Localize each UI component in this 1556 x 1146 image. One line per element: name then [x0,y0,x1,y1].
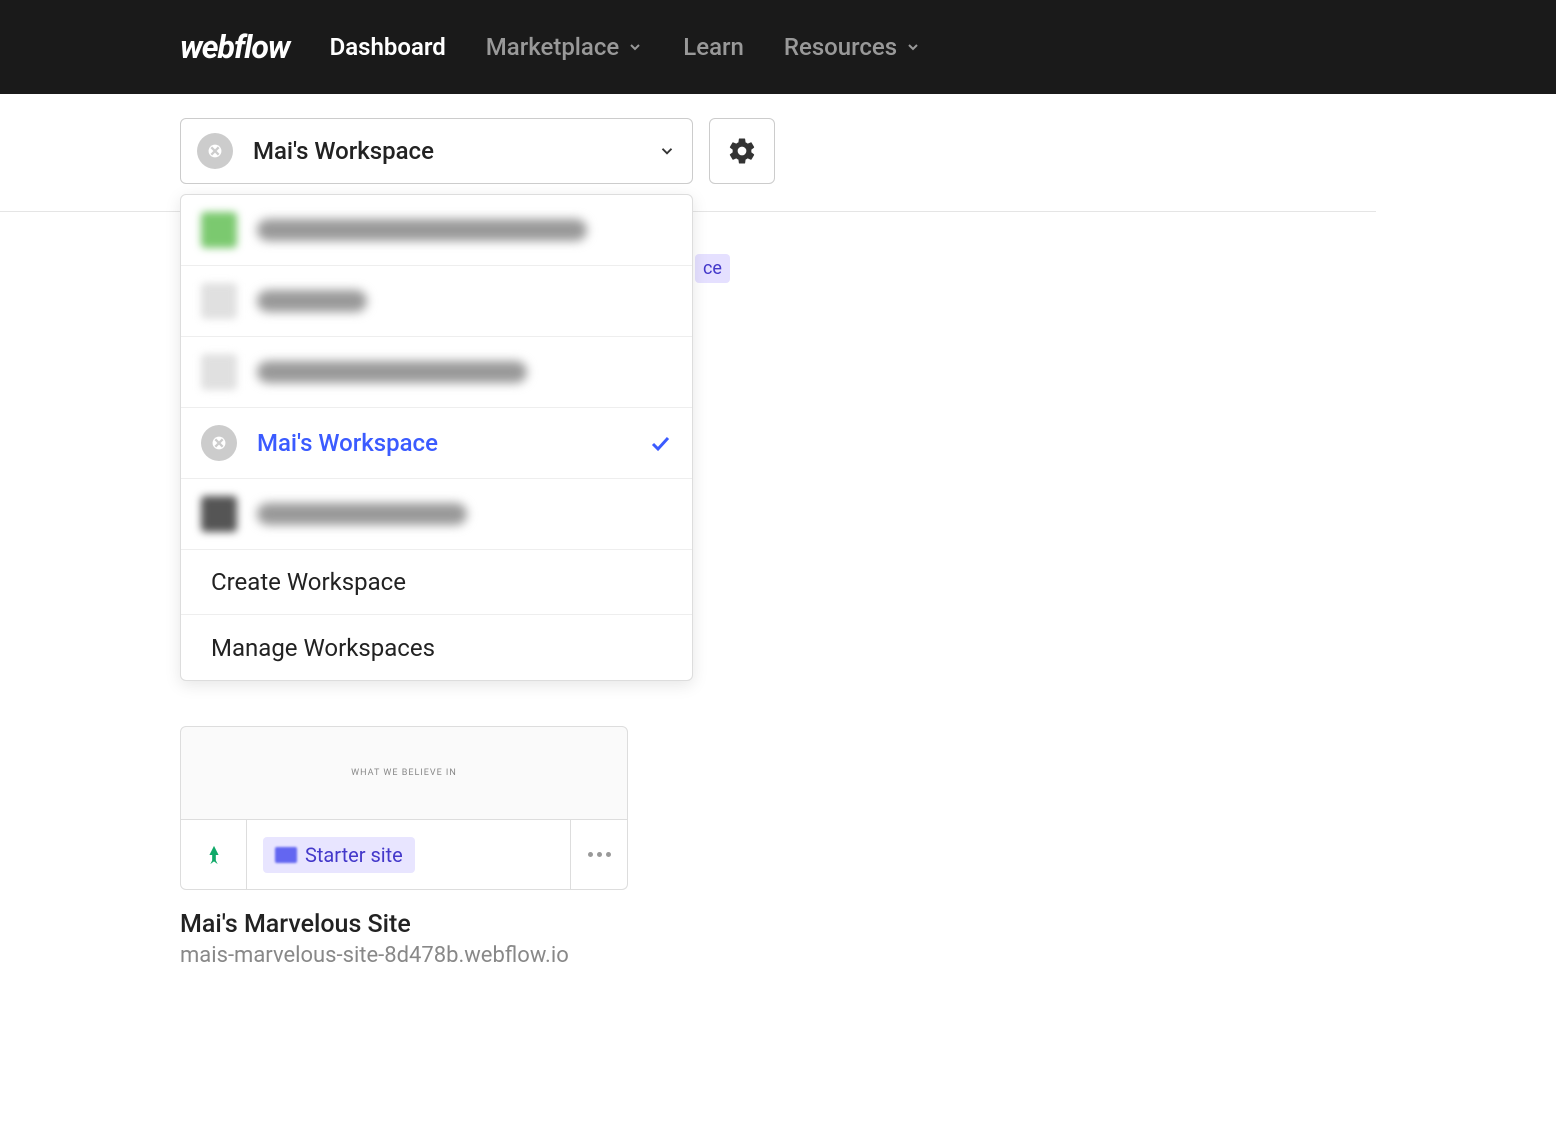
workspace-option-icon [201,283,237,319]
workspace-option-blurred[interactable] [181,479,692,550]
settings-button[interactable] [709,118,775,184]
nav-learn[interactable]: Learn [683,33,744,61]
create-workspace-action[interactable]: Create Workspace [181,550,692,615]
workspace-icon [197,133,233,169]
badge-label: Starter site [305,843,403,867]
workspace-selector[interactable]: Mai's Workspace [180,118,693,184]
content-area: ce Mai's Workspace M [0,94,1556,208]
site-more-button[interactable] [571,820,627,889]
workspace-option-label-blurred [257,290,367,312]
site-card: WHAT WE BELIEVE IN Starter site Mai's Ma… [180,726,628,968]
workspace-option-label-blurred [257,503,467,525]
workspace-name: Mai's Workspace [253,137,658,165]
rocket-icon [203,844,225,866]
workspace-option-blurred[interactable] [181,337,692,408]
chevron-down-icon [658,142,676,160]
workspace-option-icon [201,212,237,248]
nav-dashboard[interactable]: Dashboard [330,33,446,61]
starter-site-badge: Starter site [263,837,415,873]
logo[interactable]: webflow [180,28,290,66]
action-label: Create Workspace [211,568,406,596]
workspace-option-icon [201,496,237,532]
top-navigation: webflow Dashboard Marketplace Learn Reso… [0,0,1556,94]
workspace-dropdown: Mai's Workspace Create Workspace Manage … [180,194,693,681]
site-url[interactable]: mais-marvelous-site-8d478b.webflow.io [180,943,628,968]
action-label: Manage Workspaces [211,634,435,662]
check-icon [648,431,672,455]
chevron-down-icon [905,39,921,55]
nav-label: Marketplace [486,33,619,61]
workspace-row: Mai's Workspace [180,118,1376,184]
badge-partial: ce [695,254,730,283]
preview-text: WHAT WE BELIEVE IN [351,768,457,778]
site-preview[interactable]: WHAT WE BELIEVE IN [180,726,628,820]
nav-resources[interactable]: Resources [784,33,921,61]
site-title: Mai's Marvelous Site [180,910,628,939]
workspace-option-icon [201,354,237,390]
workspace-option-label-blurred [257,361,527,383]
nav-label: Learn [683,33,744,61]
more-icon [588,852,611,857]
workspace-option-selected[interactable]: Mai's Workspace [181,408,692,479]
nav-label: Dashboard [330,33,446,61]
workspace-option-blurred[interactable] [181,195,692,266]
nav-label: Resources [784,33,897,61]
workspace-option-icon [201,425,237,461]
workspace-option-blurred[interactable] [181,266,692,337]
site-badge-cell[interactable]: Starter site [247,820,571,889]
gear-icon [727,136,757,166]
nav-marketplace[interactable]: Marketplace [486,33,643,61]
workspace-option-label: Mai's Workspace [257,429,648,457]
badge-icon [275,847,297,863]
manage-workspaces-action[interactable]: Manage Workspaces [181,615,692,680]
site-footer: Starter site [180,820,628,890]
chevron-down-icon [627,39,643,55]
workspace-option-label-blurred [257,219,587,241]
site-status-cell[interactable] [181,820,247,889]
